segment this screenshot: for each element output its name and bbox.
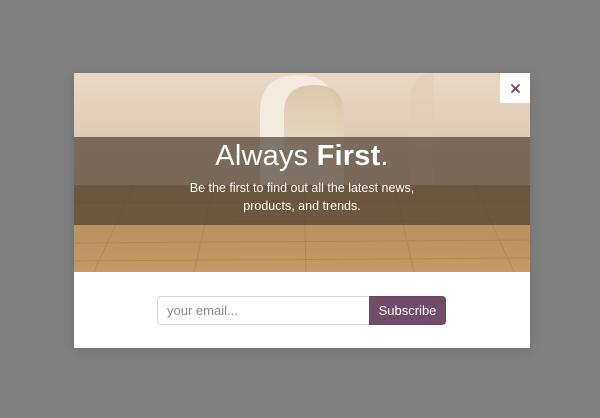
popup-headline: Always First.: [74, 139, 530, 173]
hero-image: Always First. Be the first to find out a…: [74, 73, 530, 272]
popup-subtitle: Be the first to find out all the latest …: [189, 181, 415, 213]
subscribe-button[interactable]: Subscribe: [369, 296, 446, 325]
headline-regular: Always: [215, 140, 317, 172]
close-icon: [510, 83, 520, 93]
email-input[interactable]: [157, 296, 369, 325]
headline-end: .: [380, 140, 389, 172]
headline-bold: First: [316, 140, 381, 172]
close-button[interactable]: [500, 73, 530, 103]
subscribe-form: Subscribe: [157, 296, 446, 325]
newsletter-popup: Always First. Be the first to find out a…: [74, 73, 530, 348]
